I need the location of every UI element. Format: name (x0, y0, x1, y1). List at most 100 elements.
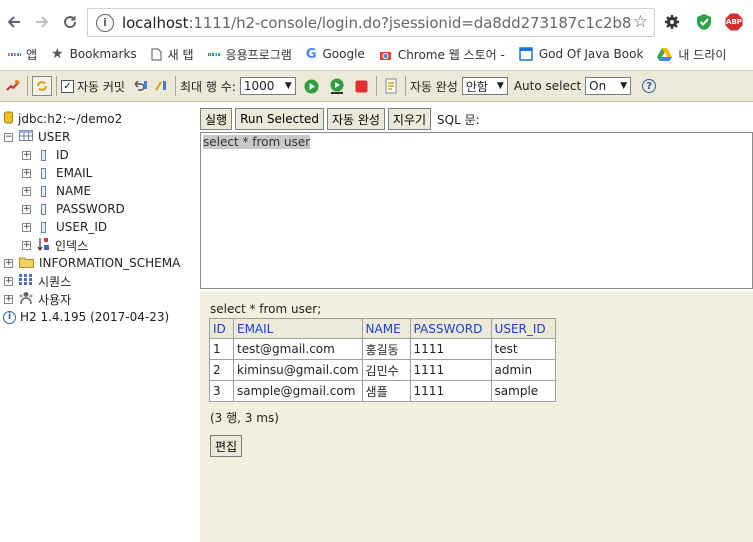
auto-select-select[interactable]: On ▼ (585, 77, 632, 95)
tree-connection[interactable]: jdbc:h2:~/demo2 (4, 110, 122, 128)
tree-column-label: EMAIL (56, 166, 93, 180)
expand-icon[interactable]: + (22, 150, 31, 160)
tree-column-name[interactable]: + NAME (22, 182, 91, 200)
tree-information-schema[interactable]: + INFORMATION_SCHEMA (4, 254, 180, 272)
tree-version: i H2 1.4.195 (2017-04-23) (3, 308, 169, 326)
expand-icon[interactable]: + (4, 294, 13, 304)
help-glyph: ? (642, 79, 657, 93)
shield-extension-icon[interactable] (694, 12, 714, 32)
tree-connection-label: jdbc:h2:~/demo2 (18, 112, 123, 126)
expand-icon[interactable]: + (22, 168, 31, 178)
cell-id: 1 (209, 338, 234, 360)
bookmark-god-of-java[interactable]: God Of Java Book (519, 47, 643, 61)
toolbar-divider (27, 76, 28, 96)
rollback-icon[interactable] (131, 76, 151, 96)
folder-icon (19, 256, 34, 271)
google-icon: G (305, 46, 317, 62)
column-icon (41, 203, 46, 215)
refresh-tables-icon[interactable] (32, 76, 52, 96)
help-icon[interactable]: ? (639, 76, 659, 96)
sequence-icon (19, 274, 33, 288)
cell-password: 1111 (409, 359, 492, 381)
edit-button[interactable]: 편집 (210, 435, 243, 457)
stop-icon[interactable] (352, 76, 372, 96)
run-icon[interactable] (302, 76, 322, 96)
auto-complete-button[interactable]: 자동 완성 (326, 108, 385, 130)
expand-icon[interactable]: + (4, 258, 13, 268)
tree-column-password[interactable]: + PASSWORD (22, 200, 125, 218)
bookmark-apps[interactable]: 앱 (8, 46, 37, 63)
sql-editor-text: select * from user (203, 135, 311, 149)
sql-editor[interactable]: select * from user (200, 132, 753, 289)
url-bar[interactable]: i localhost:1111/h2-console/login.do?jse… (87, 8, 655, 37)
toolbar-divider (56, 76, 57, 96)
tree-sequences[interactable]: + 시퀀스 (4, 272, 71, 290)
max-rows-select[interactable]: 1000 ▼ (239, 77, 296, 95)
tree-users[interactable]: + 사용자 (4, 290, 71, 308)
expand-icon[interactable]: + (22, 204, 31, 214)
result-summary: (3 행, 3 ms) (210, 411, 279, 425)
bookmark-google[interactable]: G Google (306, 47, 365, 62)
expand-icon[interactable]: + (22, 186, 31, 196)
expand-icon[interactable]: + (4, 276, 13, 286)
table-row: 1 test@gmail.com 홍길동 1111 test (209, 338, 556, 360)
bookmark-chrome-store[interactable]: Chrome 웹 스토어 - (379, 46, 505, 63)
column-icon (41, 185, 46, 197)
chevron-down-icon: ▼ (496, 81, 504, 91)
gear-extension-icon[interactable] (662, 12, 682, 32)
cell-id: 3 (209, 380, 234, 402)
sql-statement-label: SQL 문: (437, 112, 480, 127)
clear-button[interactable]: 지우기 (387, 108, 432, 130)
bookmark-drive[interactable]: 내 드라이 (657, 46, 726, 63)
run-selected-button[interactable]: Run Selected (235, 108, 324, 130)
expand-icon[interactable]: + (22, 222, 31, 232)
tree-column-user-id[interactable]: + USER_ID (22, 218, 107, 236)
site-info-icon[interactable]: i (96, 13, 114, 32)
chevron-down-icon: ▼ (620, 81, 628, 91)
commit-icon[interactable] (151, 76, 171, 96)
table-row: 2 kiminsu@gmail.com 김민수 1111 admin (209, 359, 556, 381)
bookmark-star-icon[interactable]: ☆ (633, 12, 648, 32)
back-arrow-icon[interactable] (3, 11, 25, 33)
collapse-icon[interactable]: − (4, 132, 13, 142)
column-header-user-id[interactable]: USER_ID (490, 318, 556, 339)
query-buttons: 실행 Run Selected 자동 완성 지우기 SQL 문: (200, 108, 480, 130)
bookmark-label: 응용프로그램 (225, 47, 292, 62)
column-header-name[interactable]: NAME (361, 318, 411, 339)
history-icon[interactable] (381, 76, 401, 96)
auto-complete-select[interactable]: 안함 ▼ (461, 77, 508, 95)
run-button[interactable]: 실행 (200, 108, 233, 130)
expand-icon[interactable]: + (22, 240, 31, 250)
disconnect-icon[interactable] (3, 76, 23, 96)
column-header-password[interactable]: PASSWORD (409, 318, 492, 339)
column-icon (41, 167, 46, 179)
tree-indexes[interactable]: + 인덱스 (22, 236, 88, 254)
auto-select-value: On (589, 79, 607, 93)
toolbar-divider (174, 76, 176, 96)
bookmark-label: 새 탭 (167, 47, 194, 62)
bookmark-bookmarks[interactable]: ★ Bookmarks (51, 46, 137, 62)
toolbar-divider (404, 76, 406, 96)
auto-commit-checkbox[interactable]: ✓ (61, 79, 74, 93)
bookmark-label: 앱 (26, 47, 38, 62)
column-header-id[interactable]: ID (209, 318, 234, 339)
adblock-extension-icon[interactable]: ABP (724, 12, 744, 32)
column-header-email[interactable]: EMAIL (233, 318, 363, 339)
page-icon (151, 48, 162, 61)
result-query-text: select * from user; (210, 302, 322, 316)
browser-address-bar-row: i localhost:1111/h2-console/login.do?jse… (0, 0, 753, 44)
bookmark-new-tab[interactable]: 새 탭 (151, 46, 194, 63)
result-panel: select * from user; ID EMAIL NAME PASSWO… (200, 291, 753, 542)
tree-column-id[interactable]: + ID (22, 146, 69, 164)
tree-column-email[interactable]: + EMAIL (22, 164, 92, 182)
tree-table-user[interactable]: − USER (4, 128, 70, 146)
run-selected-icon[interactable] (327, 76, 347, 96)
url-text: localhost:1111/h2-console/login.do?jsess… (122, 13, 632, 32)
forward-arrow-icon[interactable] (31, 11, 53, 33)
tree-users-label: 사용자 (38, 292, 72, 307)
reload-icon[interactable] (59, 11, 81, 33)
tree-indexes-label: 인덱스 (55, 238, 89, 253)
bookmark-apps-kr[interactable]: 응용프로그램 (207, 46, 292, 63)
auto-select-label: Auto select (513, 79, 582, 93)
chrome-store-icon (379, 48, 392, 61)
